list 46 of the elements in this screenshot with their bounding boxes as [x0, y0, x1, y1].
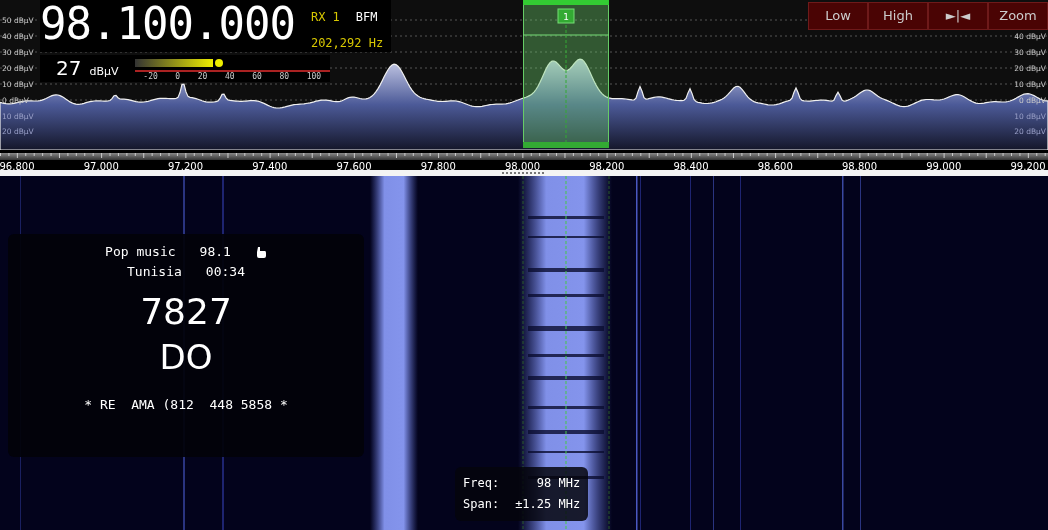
radiotext: * RE AMA (812 448 5858 *: [83, 396, 289, 414]
country-label: Tunisia: [127, 262, 182, 281]
frequency-label: 99.200: [1010, 160, 1046, 172]
time-label: 00:34: [205, 262, 245, 281]
low-button[interactable]: Low: [808, 2, 868, 30]
frequency-label: 99.000: [926, 160, 962, 172]
level-dot-icon: [214, 59, 223, 67]
scale-label: 100: [306, 72, 322, 82]
frequency-label: 97.200: [168, 160, 203, 172]
frequency-label: 98.000: [505, 160, 540, 172]
tooltip-label: Span:: [463, 496, 500, 513]
high-button[interactable]: High: [868, 2, 928, 30]
receiver-label: RX 1: [310, 9, 340, 26]
fit-button[interactable]: ►|◄: [928, 2, 988, 30]
station-frequency: 98.1: [199, 243, 231, 261]
program-type: Pop music: [105, 243, 176, 261]
offset-readout: 202,292 Hz: [310, 35, 384, 52]
frequency-label: 97.800: [420, 160, 456, 172]
zoom-button[interactable]: Zoom: [988, 2, 1048, 30]
signal-value: 27: [56, 55, 82, 81]
pi-code: 7827: [139, 290, 233, 334]
channel-label: 1: [563, 12, 569, 22]
scale-label: -20: [143, 72, 158, 82]
frequency-label: 98.400: [673, 160, 709, 172]
tooltip-value: ±1.25 MHz: [515, 496, 581, 513]
frequency-label: 97.000: [83, 160, 119, 172]
frequency-label: 98.800: [842, 160, 877, 172]
mode-label: BFM: [355, 9, 378, 26]
frequency-label: 96.800: [0, 160, 35, 172]
frequency-label: 97.600: [336, 160, 372, 172]
frequency-label: 98.200: [589, 160, 625, 172]
scale-label: 40: [225, 72, 235, 82]
frequency-readout: 98.100.000: [40, 0, 295, 48]
hand-icon[interactable]: [254, 245, 267, 258]
scale-label: 60: [252, 72, 262, 82]
signal-unit: dBµV: [89, 64, 119, 80]
scale-label: 80: [279, 72, 290, 82]
channel-marker[interactable]: [522, 0, 610, 148]
tooltip-value: 98 MHz: [536, 475, 581, 492]
tooltip-label: Freq:: [463, 475, 500, 492]
scale-label: 20: [197, 72, 208, 82]
ps-name: DO: [158, 336, 214, 379]
scale-label: 0: [175, 72, 181, 82]
frequency-label: 98.600: [757, 160, 793, 172]
frequency-label: 97.400: [252, 160, 288, 172]
splitter-handle[interactable]: [502, 171, 546, 175]
